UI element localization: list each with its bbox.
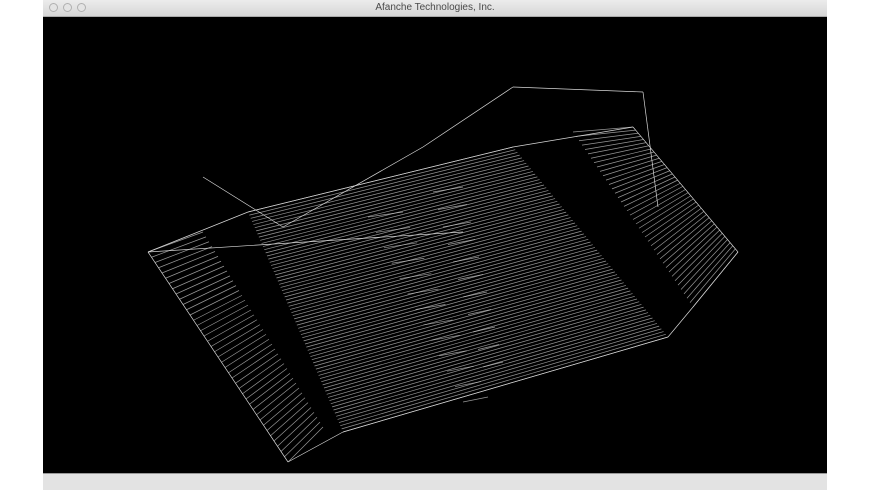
plate-hatch-line	[313, 276, 620, 364]
status-bar	[43, 473, 827, 490]
left-wing-hatch-line	[214, 324, 261, 353]
right-wing-hatch-line	[611, 167, 668, 190]
slot-hatch-line	[432, 186, 464, 193]
left-wing-hatch-line	[224, 338, 270, 368]
right-wing-hatch-line	[662, 220, 712, 264]
left-wing-hatch-line	[186, 285, 237, 311]
travel-move	[422, 86, 514, 148]
left-wing-hatch-line	[193, 295, 243, 321]
app-window: Afanche Technologies, Inc.	[43, 0, 827, 490]
right-wing-hatch-line	[689, 248, 736, 303]
plate-hatch-line	[334, 320, 655, 414]
plate-hatch-line	[330, 312, 649, 405]
toolpath-viewport[interactable]	[43, 17, 827, 474]
right-wing-hatch-line	[650, 207, 702, 247]
left-wing-hatch-line	[172, 265, 225, 290]
left-wing-hatch-line	[238, 358, 282, 389]
plate-hatch-line	[280, 211, 567, 288]
left-wing-hatch-line	[217, 329, 264, 358]
outline-edge	[692, 251, 739, 308]
left-wing-hatch-line	[182, 280, 234, 305]
plate-hatch-line	[298, 247, 596, 329]
left-wing-hatch-line	[231, 348, 276, 379]
left-wing-hatch-line	[259, 387, 300, 421]
left-wing-hatch-line	[249, 373, 291, 405]
plate-hatch-line	[270, 192, 551, 266]
right-wing-hatch-line	[617, 173, 673, 198]
travel-move	[282, 146, 424, 228]
window-title: Afanche Technologies, Inc.	[375, 2, 495, 13]
plate-hatch-line	[311, 274, 618, 361]
outline-edge	[287, 431, 344, 463]
plate-hatch-line	[306, 263, 609, 348]
plate-hatch-line	[333, 317, 653, 411]
right-wing-hatch-line	[608, 164, 665, 185]
plate-hatch-line	[272, 195, 553, 269]
travel-move	[642, 91, 659, 208]
plate-hatch-line	[279, 209, 565, 285]
left-wing-hatch-line	[210, 319, 258, 347]
left-wing-hatch-line	[175, 270, 228, 295]
slot-hatch-line	[462, 396, 489, 403]
left-wing-hatch-line	[263, 392, 303, 426]
left-wing-hatch-line	[154, 241, 210, 263]
plate-hatch-line	[304, 260, 607, 345]
plate-hatch-line	[264, 179, 540, 251]
left-wing-hatch-line	[207, 314, 255, 342]
travel-move	[512, 86, 644, 93]
right-wing-hatch-line	[656, 214, 707, 255]
right-wing-hatch-line	[683, 242, 731, 295]
plate-hatch-line	[336, 323, 658, 417]
left-wing-hatch-line	[189, 290, 240, 316]
outline-edge	[247, 146, 514, 213]
right-wing-hatch-line	[653, 211, 705, 251]
right-wing-hatch-line	[680, 239, 728, 290]
left-wing-hatch-line	[228, 343, 273, 374]
left-wing-hatch-line	[256, 382, 297, 416]
outline-edge	[667, 306, 694, 338]
outline-edge	[147, 251, 289, 463]
right-wing-hatch-line	[581, 136, 641, 146]
plate-hatch-line	[340, 331, 664, 427]
left-wing-hatch-line	[179, 275, 231, 300]
left-wing-hatch-line	[252, 377, 294, 410]
title-bar[interactable]: Afanche Technologies, Inc.	[43, 0, 827, 17]
right-wing-hatch-line	[686, 245, 734, 299]
plate-hatch-line	[337, 325, 660, 420]
plate-hatch-line	[265, 181, 542, 254]
outline-edge	[512, 126, 634, 148]
plate-hatch-line	[303, 257, 604, 342]
left-wing-hatch-line	[161, 251, 216, 274]
right-wing-hatch-line	[620, 176, 676, 203]
plate-hatch-line	[299, 249, 598, 332]
plate-hatch-line	[332, 314, 651, 408]
left-wing-hatch-line	[245, 368, 288, 400]
left-wing-hatch-line	[242, 363, 285, 395]
left-wing-hatch-line	[203, 309, 252, 337]
left-wing-hatch-line	[196, 299, 246, 326]
plate-hatch-line	[338, 328, 662, 423]
right-wing-hatch-line	[647, 204, 699, 242]
left-wing-hatch-line	[221, 334, 267, 363]
left-wing-hatch-line	[280, 416, 318, 452]
left-wing-hatch-line	[235, 353, 279, 384]
travel-move	[202, 176, 284, 228]
left-wing-hatch-line	[287, 426, 324, 463]
slot-hatch-line	[367, 211, 404, 218]
left-wing-hatch-line	[165, 256, 219, 279]
left-wing-hatch-line	[168, 260, 222, 284]
toolpath-wireframe	[147, 86, 739, 463]
left-wing-hatch-line	[200, 304, 249, 332]
right-wing-hatch-line	[602, 157, 660, 177]
slot-hatch-line	[442, 221, 472, 228]
right-wing-hatch-line	[599, 154, 657, 172]
right-wing-hatch-line	[659, 217, 710, 260]
left-wing-hatch-line	[284, 421, 321, 458]
